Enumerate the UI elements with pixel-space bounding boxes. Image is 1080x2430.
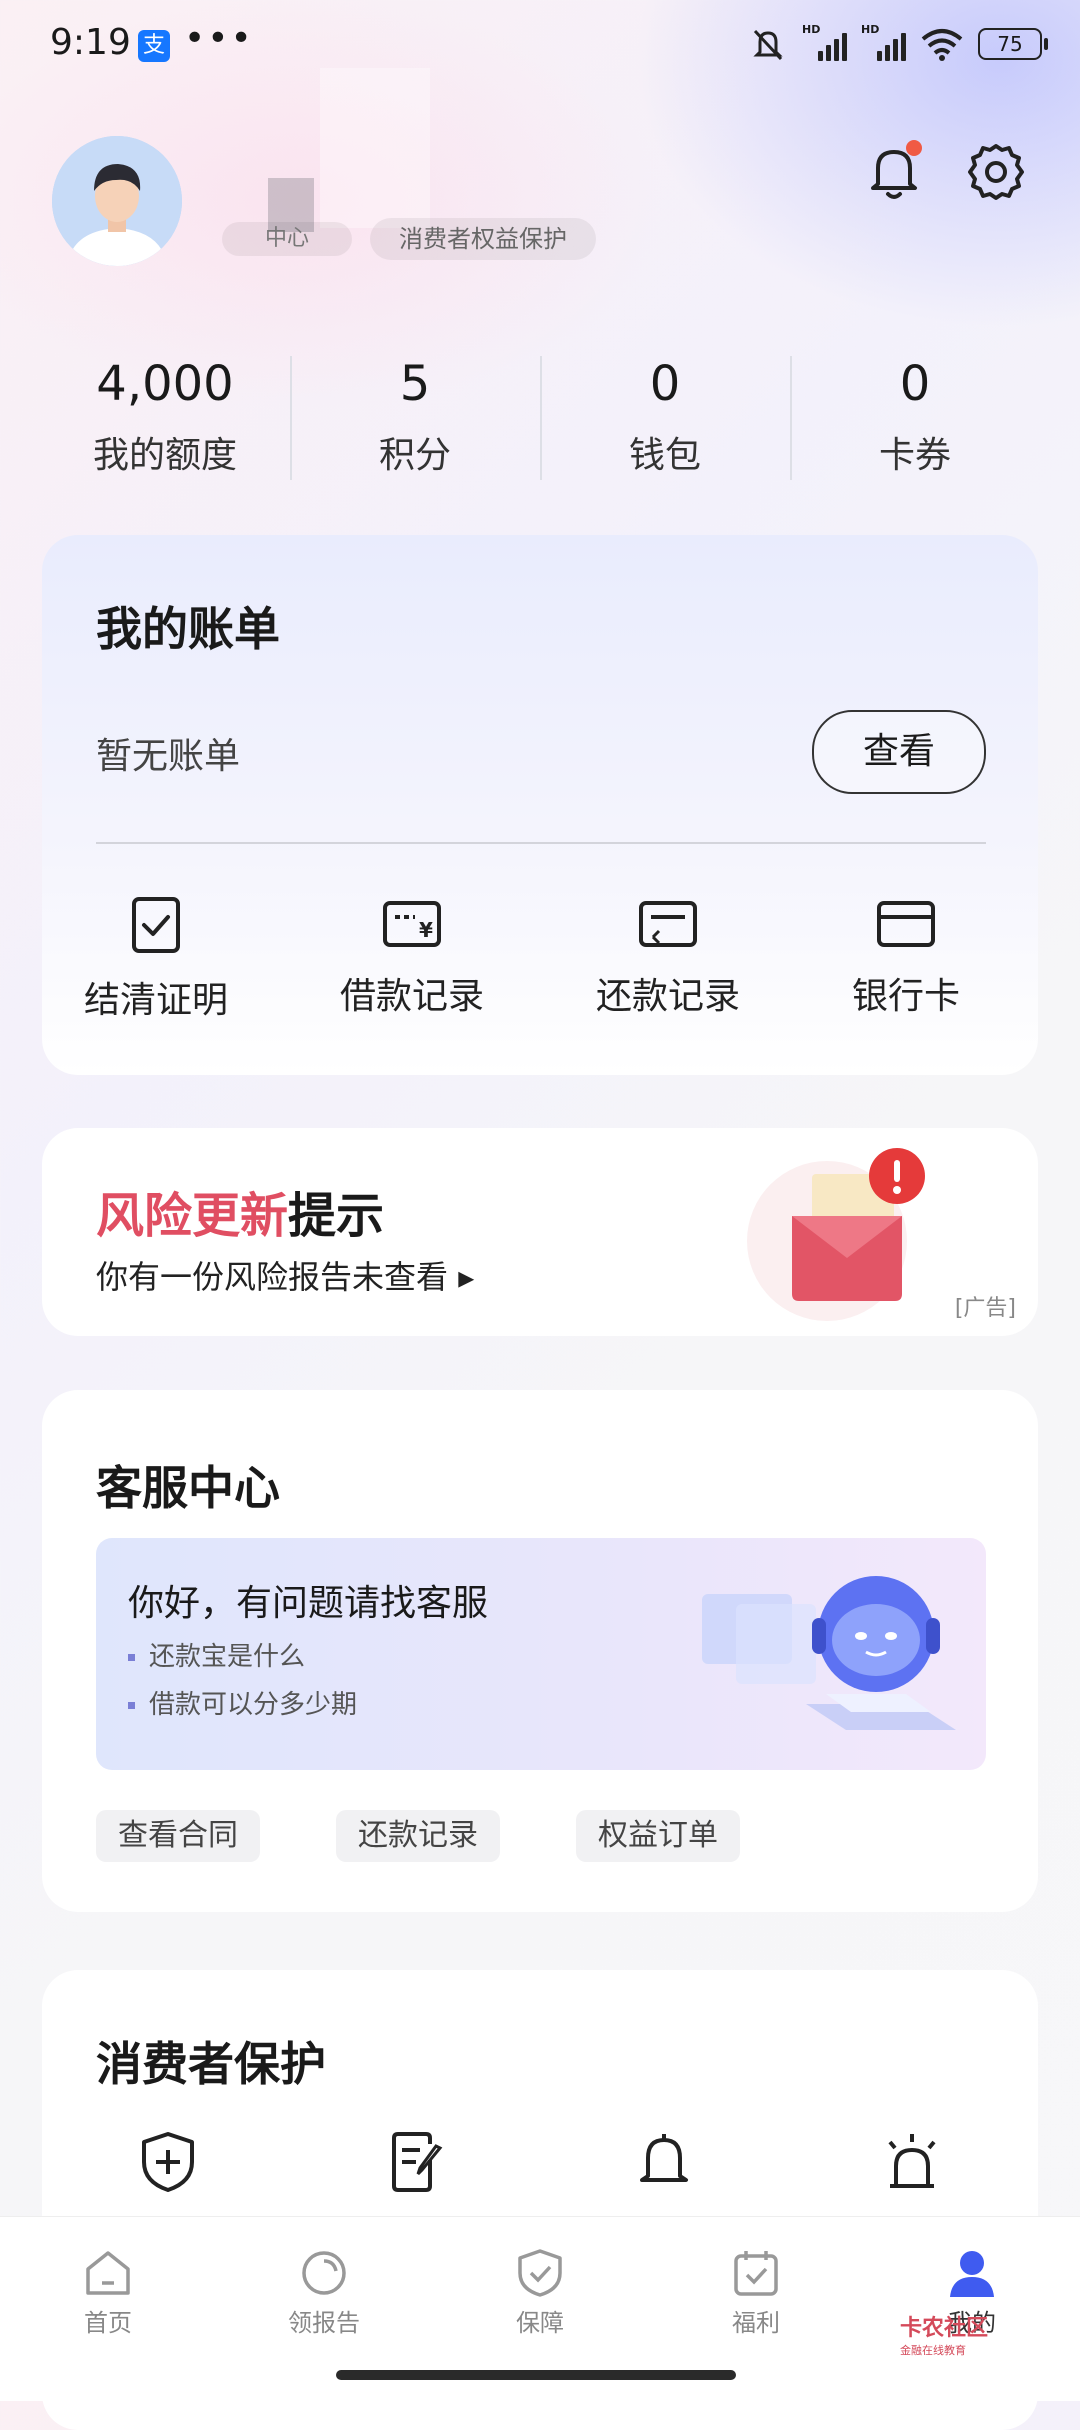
certificate-icon xyxy=(132,897,180,953)
more-notifications-icon: ••• xyxy=(184,18,254,59)
risk-update-card[interactable]: 风险更新提示 你有一份风险报告未查看 ▸ [广告] xyxy=(42,1128,1038,1336)
stats-row: 4,000 我的额度 5 积分 0 钱包 0 卡券 xyxy=(0,350,1080,490)
settlement-certificate-item[interactable]: 结清证明 xyxy=(66,895,246,1023)
home-indicator[interactable] xyxy=(336,2370,736,2380)
bill-card: 我的账单 暂无账单 查看 结清证明 ¥ 借款记录 还款记录 银行卡 xyxy=(42,535,1038,1075)
home-icon xyxy=(86,2251,130,2295)
risk-subtitle: 你有一份风险报告未查看 ▸ xyxy=(96,1258,475,1296)
divider xyxy=(96,842,986,844)
tab-welfare[interactable]: 福利 xyxy=(686,2247,826,2338)
alarm-icon[interactable] xyxy=(880,2130,944,2194)
signal-1-icon: HD xyxy=(802,23,847,61)
consumer-title: 消费者保护 xyxy=(96,2037,326,2091)
mute-icon xyxy=(753,29,783,61)
masked-username-block xyxy=(320,68,430,228)
stat-coupons[interactable]: 0 卡券 xyxy=(790,350,1040,490)
repayment-record-item[interactable]: 还款记录 xyxy=(578,895,758,1019)
calendar-check-icon xyxy=(734,2251,778,2296)
service-question[interactable]: 借款可以分多少期 xyxy=(128,1684,357,1721)
service-title: 客服中心 xyxy=(96,1461,280,1515)
edit-doc-icon[interactable] xyxy=(386,2130,446,2194)
stat-points[interactable]: 5 积分 xyxy=(290,350,540,490)
bill-title: 我的账单 xyxy=(96,602,280,656)
notification-button[interactable] xyxy=(862,140,926,204)
service-banner[interactable]: 你好，有问题请找客服 还款宝是什么 借款可以分多少期 xyxy=(96,1538,986,1770)
ad-label: [广告] xyxy=(954,1296,1016,1321)
battery-icon: 75 xyxy=(978,28,1048,60)
shield-check-icon xyxy=(518,2249,562,2297)
service-greeting: 你好，有问题请找客服 xyxy=(128,1583,489,1624)
bell-icon[interactable] xyxy=(634,2130,694,2194)
stat-quota[interactable]: 4,000 我的额度 xyxy=(40,350,290,490)
notification-dot xyxy=(906,140,922,156)
view-contract-chip[interactable]: 查看合同 xyxy=(96,1810,260,1862)
risk-title: 风险更新提示 xyxy=(96,1188,385,1244)
bill-empty-text: 暂无账单 xyxy=(96,736,241,777)
repayment-record-chip[interactable]: 还款记录 xyxy=(336,1810,500,1862)
customer-service-card: 客服中心 你好，有问题请找客服 还款宝是什么 借款可以分多少期 查看合同 还款记… xyxy=(42,1390,1038,1912)
signal-2-icon: HD xyxy=(861,23,906,61)
wifi-icon xyxy=(921,29,963,61)
avatar[interactable] xyxy=(52,136,182,266)
robot-assistant-icon xyxy=(702,1576,956,1730)
svg-text:¥: ¥ xyxy=(419,918,433,942)
profile-badge[interactable]: 中心 xyxy=(222,222,352,256)
loan-record-item[interactable]: ¥ 借款记录 xyxy=(322,895,502,1019)
repay-record-icon xyxy=(639,901,697,947)
view-bill-button[interactable]: 查看 xyxy=(812,710,986,794)
stat-wallet[interactable]: 0 钱包 xyxy=(540,350,790,490)
consumer-protection-badge[interactable]: 消费者权益保护 xyxy=(370,218,596,260)
settings-button[interactable] xyxy=(964,140,1028,204)
alipay-icon: 支 xyxy=(138,30,170,62)
status-bar: 9:19 支 ••• HD HD 75 xyxy=(0,0,1080,90)
service-question[interactable]: 还款宝是什么 xyxy=(128,1636,305,1673)
red-envelope-icon xyxy=(747,1148,925,1321)
bank-card-icon xyxy=(877,901,935,947)
report-icon xyxy=(302,2251,346,2295)
loan-record-icon: ¥ xyxy=(383,901,441,947)
tab-protection[interactable]: 保障 xyxy=(470,2247,610,2338)
status-time: 9:19 xyxy=(50,22,131,63)
service-shortcuts: 查看合同 还款记录 权益订单 xyxy=(96,1810,740,1862)
watermark-logo: 卡农社区 金融在线教育 xyxy=(900,2316,989,2357)
tab-home[interactable]: 首页 xyxy=(38,2247,178,2338)
shield-plus-icon[interactable] xyxy=(138,2130,198,2194)
benefit-order-chip[interactable]: 权益订单 xyxy=(576,1810,740,1862)
user-avatar-icon xyxy=(52,136,182,266)
user-icon xyxy=(950,2251,994,2297)
tab-report[interactable]: 领报告 xyxy=(254,2247,394,2338)
bank-card-item[interactable]: 银行卡 xyxy=(816,895,996,1019)
gear-icon xyxy=(968,144,1024,200)
